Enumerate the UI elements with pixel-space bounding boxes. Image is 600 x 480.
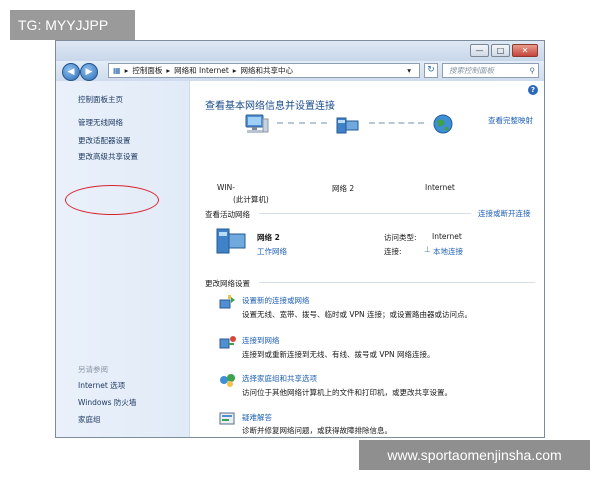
task-connect-network-desc: 连接到或重新连接到无线、有线、拨号或 VPN 网络连接。 [242, 350, 435, 359]
connect-disconnect-link[interactable]: 连接或断开连接 [478, 208, 531, 219]
task-connect-network-link[interactable]: 连接到网络 [242, 335, 280, 346]
main-panel: ? 查看基本网络信息并设置连接 查看完整映射 WIN- (此计算机) 网络 2 … [189, 81, 544, 437]
sidebar-item-advanced-sharing[interactable]: 更改高级共享设置 [78, 151, 138, 162]
connections-label: 连接: [384, 247, 402, 256]
navigation-bar: ◀ ▶ ▦ ▸ 控制面板 ▸ 网络和 Internet ▸ 网络和共享中心 ▾ … [56, 61, 544, 81]
breadcrumb-control-panel[interactable]: 控制面板 [132, 65, 162, 76]
access-type-label: 访问类型: [384, 233, 417, 242]
map-connector-1 [277, 122, 327, 126]
close-button[interactable]: ✕ [512, 44, 538, 57]
address-bar[interactable]: ▦ ▸ 控制面板 ▸ 网络和 Internet ▸ 网络和共享中心 ▾ [108, 63, 420, 78]
sidebar-item-adapter-settings[interactable]: 更改适配器设置 [78, 135, 131, 146]
task-homegroup-desc: 访问位于其他网络计算机上的文件和打印机，或更改共享设置。 [242, 388, 452, 397]
computer-label: WIN- [217, 183, 235, 192]
connect-network-icon [219, 336, 236, 349]
website-watermark: www.sportaomenjinsha.com [359, 440, 590, 470]
computer-sublabel: (此计算机) [233, 195, 269, 204]
divider [259, 213, 471, 214]
channel-tag-overlay: TG: MYYJJPP [10, 10, 135, 40]
highlight-oval [65, 185, 159, 215]
internet-label: Internet [425, 183, 455, 192]
network-icon [336, 117, 359, 134]
maximize-button[interactable]: □ [491, 44, 510, 57]
search-placeholder: 搜索控制面板 [449, 66, 494, 75]
breadcrumb-separator: ▸ [124, 66, 129, 75]
task-troubleshoot-link[interactable]: 疑难解答 [242, 412, 272, 423]
address-dropdown-icon[interactable]: ▾ [407, 66, 411, 75]
task-troubleshoot-desc: 诊断并修复网络问题，或获得故障排除信息。 [242, 426, 392, 435]
map-connector-2 [369, 122, 424, 126]
access-type-value: Internet [432, 232, 462, 241]
sidebar-item-control-panel-home[interactable]: 控制面板主页 [78, 94, 123, 105]
sidebar-item-manage-wireless[interactable]: 管理无线网络 [78, 117, 123, 128]
back-button[interactable]: ◀ [62, 63, 80, 81]
sidebar: 控制面板主页 管理无线网络 更改适配器设置 更改高级共享设置 另请参阅 Inte… [56, 81, 190, 437]
sidebar-item-internet-options[interactable]: Internet 选项 [78, 380, 125, 391]
active-networks-heading: 查看活动网络 [205, 210, 250, 219]
breadcrumb-separator: ▸ [232, 66, 237, 75]
search-icon[interactable]: ⚲ [530, 64, 536, 77]
help-icon[interactable]: ? [528, 85, 538, 95]
network-bench-icon [216, 228, 246, 254]
change-settings-heading: 更改网络设置 [205, 279, 250, 288]
title-bar: — □ ✕ [56, 41, 544, 61]
task-setup-connection-desc: 设置无线、宽带、拨号、临时或 VPN 连接；或设置路由器或访问点。 [242, 310, 473, 319]
task-setup-connection-link[interactable]: 设置新的连接或网络 [242, 295, 310, 306]
minimize-button[interactable]: — [470, 44, 489, 57]
refresh-button[interactable]: ↻ [424, 63, 438, 78]
sidebar-item-homegroup[interactable]: 家庭组 [78, 414, 101, 425]
see-also-heading: 另请参阅 [78, 365, 108, 374]
view-full-map-link[interactable]: 查看完整映射 [488, 115, 533, 126]
control-panel-icon: ▦ [113, 66, 121, 75]
network-type-link[interactable]: 工作网络 [257, 246, 287, 257]
network-label: 网络 2 [332, 184, 355, 193]
troubleshoot-icon [219, 412, 235, 425]
computer-icon [245, 114, 269, 133]
homegroup-sharing-icon [220, 374, 235, 387]
divider [259, 282, 535, 283]
content-area: 控制面板主页 管理无线网络 更改适配器设置 更改高级共享设置 另请参阅 Inte… [56, 81, 544, 437]
window-controls: — □ ✕ [468, 44, 538, 57]
forward-button[interactable]: ▶ [80, 63, 98, 81]
setup-connection-icon [219, 295, 235, 309]
network-sharing-center-window: — □ ✕ ◀ ▶ ▦ ▸ 控制面板 ▸ 网络和 Internet ▸ 网络和共… [55, 40, 545, 438]
local-connection-link[interactable]: 本地连接 [433, 246, 463, 257]
sidebar-item-windows-firewall[interactable]: Windows 防火墙 [78, 397, 136, 408]
search-input[interactable]: 搜索控制面板 ⚲ [442, 63, 539, 78]
active-network-name: 网络 2 [257, 233, 280, 242]
ethernet-icon: ⊥ [424, 245, 431, 254]
internet-globe-icon [433, 114, 453, 134]
breadcrumb-network-internet[interactable]: 网络和 Internet [174, 65, 229, 76]
task-homegroup-link[interactable]: 选择家庭组和共享选项 [242, 373, 317, 384]
breadcrumb-network-sharing-center[interactable]: 网络和共享中心 [241, 65, 294, 76]
page-title: 查看基本网络信息并设置连接 [205, 101, 335, 112]
breadcrumb-separator: ▸ [166, 66, 171, 75]
